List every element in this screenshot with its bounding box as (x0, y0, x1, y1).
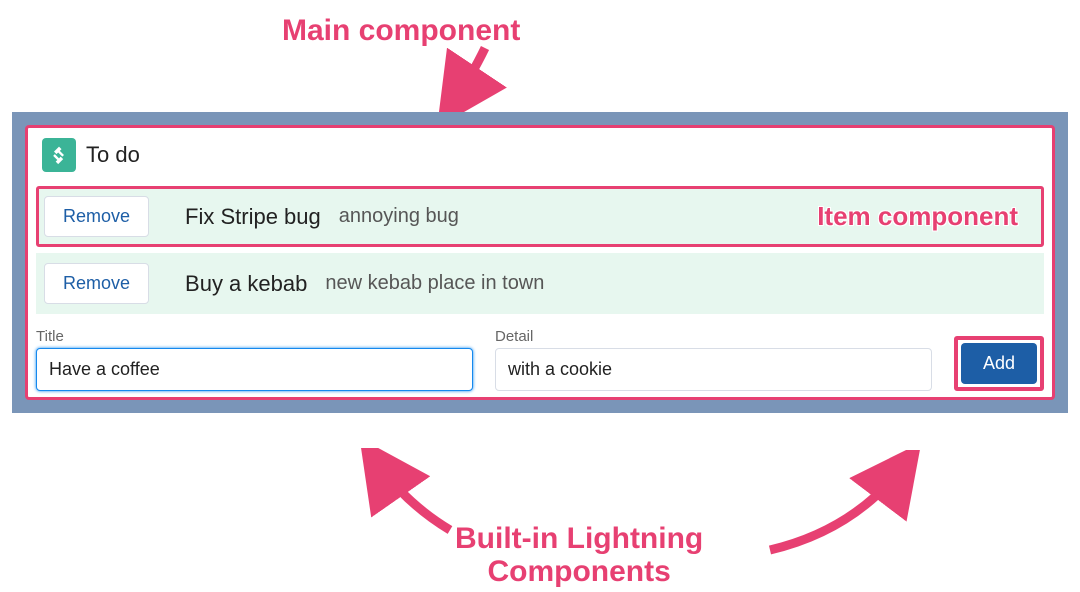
item-detail: annoying bug (339, 205, 459, 228)
title-field: Title (36, 328, 473, 391)
arrow-top (430, 40, 510, 120)
add-button[interactable]: Add (961, 343, 1037, 384)
title-input[interactable] (36, 348, 473, 391)
items-list: Remove Fix Stripe bug annoying bug Item com… (28, 186, 1052, 324)
item-wrap: Remove Buy a kebab new kebab place in town (36, 253, 1044, 314)
annotation-item: Item component (817, 201, 1018, 232)
item-component: Remove Buy a kebab new kebab place in town (36, 253, 1044, 314)
remove-button[interactable]: Remove (44, 196, 149, 237)
handshake-icon (42, 138, 76, 172)
add-button-highlight: Add (954, 336, 1044, 391)
remove-button[interactable]: Remove (44, 263, 149, 304)
detail-input[interactable] (495, 348, 932, 391)
detail-field: Detail (495, 328, 932, 391)
arrow-bottom-right (760, 450, 930, 560)
annotation-builtin: Built-in LightningComponents (455, 522, 703, 588)
item-component: Remove Fix Stripe bug annoying bug Item com… (36, 186, 1044, 247)
form-row: Title Detail Add (28, 324, 1052, 397)
frame-bg: To do Remove Fix Stripe bug annoying bug It… (12, 112, 1068, 413)
item-title: Buy a kebab (185, 271, 307, 297)
title-label: Title (36, 328, 473, 345)
card-header: To do (28, 128, 1052, 180)
item-title: Fix Stripe bug (185, 204, 321, 230)
main-component: To do Remove Fix Stripe bug annoying bug It… (25, 125, 1055, 400)
detail-label: Detail (495, 328, 932, 345)
card-title: To do (86, 142, 140, 168)
annotation-main: Main component (282, 14, 520, 47)
item-wrap: Remove Fix Stripe bug annoying bug Item com… (36, 186, 1044, 247)
item-detail: new kebab place in town (325, 272, 544, 295)
